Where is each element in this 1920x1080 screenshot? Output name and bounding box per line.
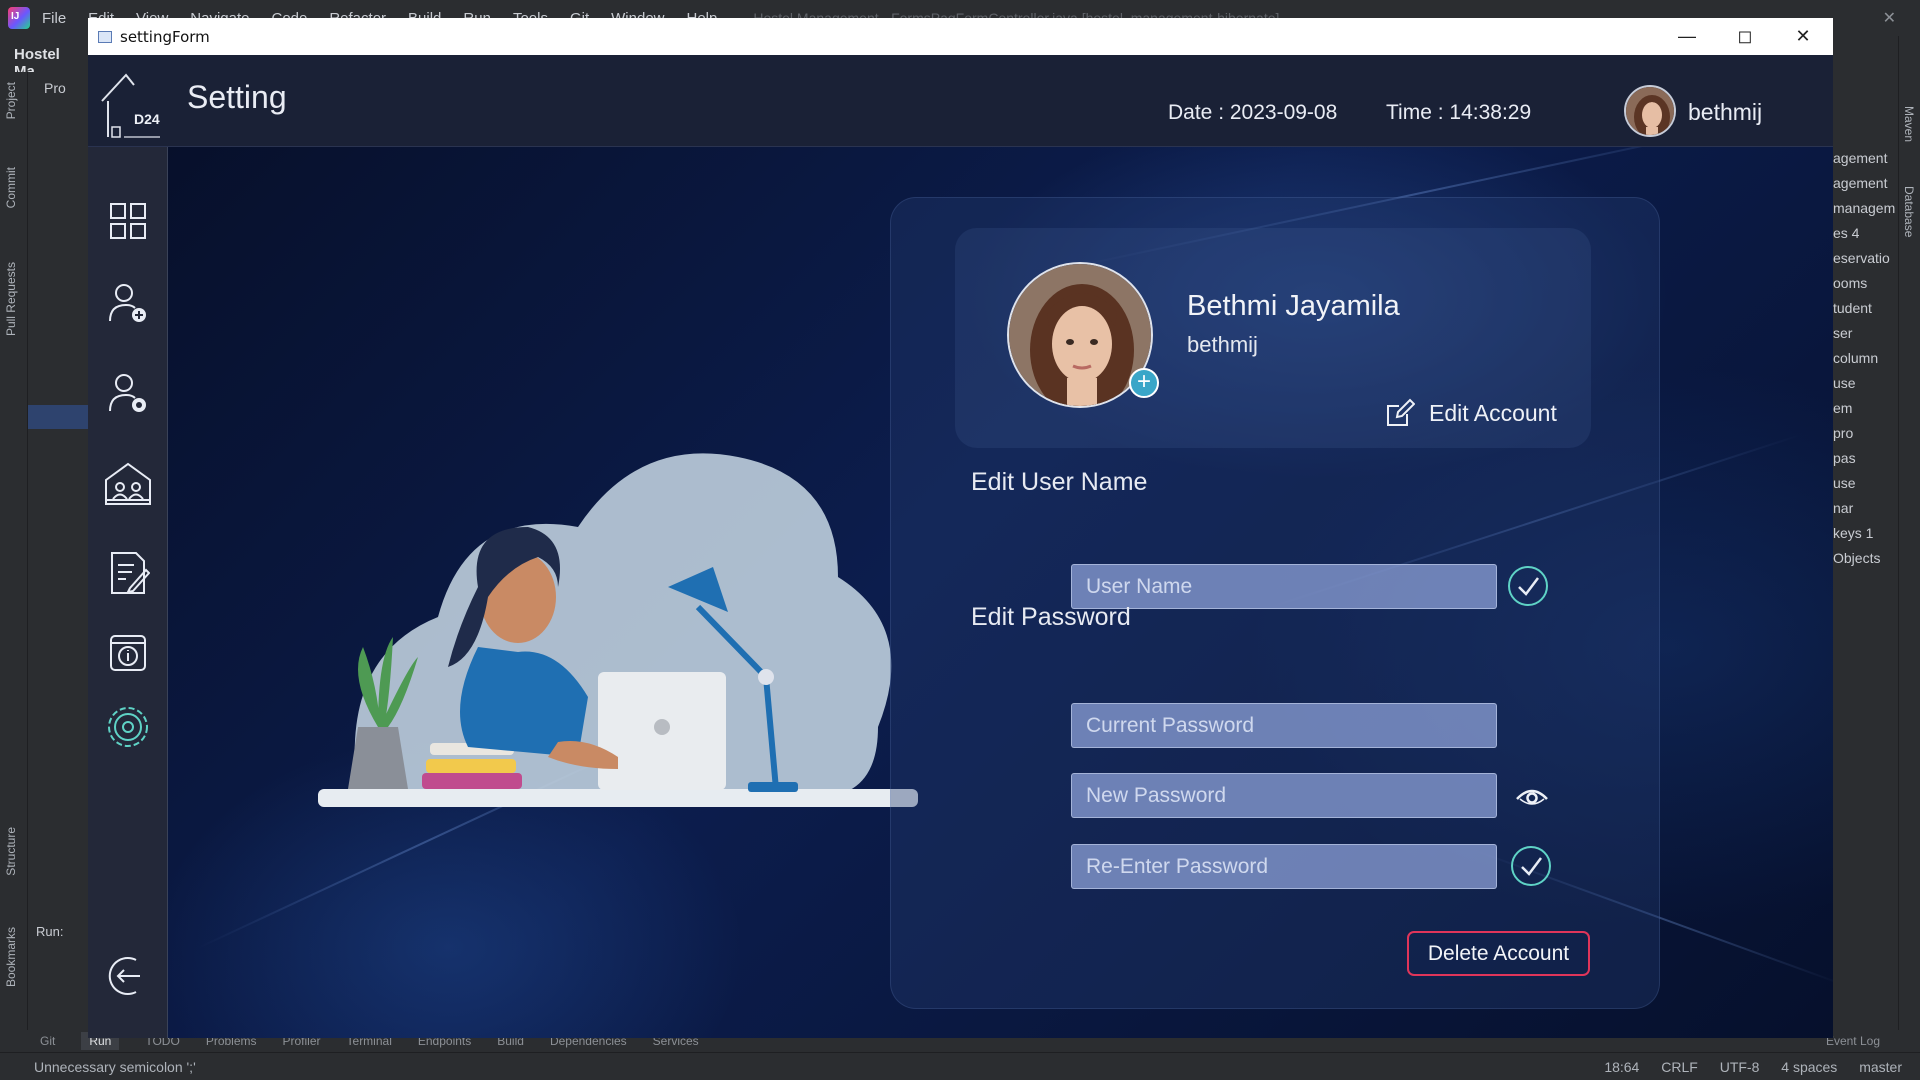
tab-pull-requests[interactable]: Pull Requests <box>4 262 18 336</box>
reenter-password-input[interactable] <box>1071 844 1497 889</box>
window-titlebar: settingForm — ◻ ✕ <box>88 18 1833 55</box>
delete-account-button[interactable]: Delete Account <box>1407 931 1590 976</box>
tree-item[interactable]: managem <box>1833 196 1895 221</box>
sidebar-item-add-student[interactable] <box>98 273 158 333</box>
run-label: Run: <box>36 924 64 939</box>
sidebar-item-dashboard[interactable] <box>98 191 158 251</box>
tree-item[interactable]: ooms <box>1833 271 1895 296</box>
settings-gear-icon <box>108 707 148 747</box>
status-branch[interactable]: master <box>1859 1059 1902 1075</box>
header-avatar[interactable] <box>1624 85 1676 137</box>
event-log[interactable]: Event Log <box>1826 1034 1880 1048</box>
tab-commit[interactable]: Commit <box>4 167 18 208</box>
status-encoding[interactable]: UTF-8 <box>1720 1059 1760 1075</box>
dashboard-icon <box>110 203 146 239</box>
edit-icon <box>1387 398 1415 426</box>
minimize-button[interactable]: — <box>1658 18 1716 55</box>
profile-full-name: Bethmi Jayamila <box>1187 290 1400 322</box>
project-panel-label: Pro <box>44 80 66 96</box>
sidebar <box>88 147 168 1038</box>
sidebar-item-reservation[interactable] <box>98 543 158 603</box>
ide-left-toolstrip: Project Commit Pull Requests Structure B… <box>0 72 28 1052</box>
hostel-logo-icon: D24 <box>101 73 160 138</box>
edit-document-icon <box>111 552 150 594</box>
page-title: Setting <box>187 79 287 115</box>
window-icon <box>98 30 112 43</box>
db-tree: agement agement managem es 4 eservatio o… <box>1833 146 1895 571</box>
add-user-icon <box>109 284 146 322</box>
edit-account-button[interactable]: Edit Account <box>1385 398 1557 428</box>
confirm-username-check-icon[interactable] <box>1507 565 1549 607</box>
profile-username: bethmij <box>1187 332 1258 357</box>
status-position[interactable]: 18:64 <box>1604 1059 1639 1075</box>
edit-username-title: Edit User Name <box>971 468 1148 496</box>
header-username: bethmij <box>1688 99 1763 125</box>
sidebar-item-rooms[interactable] <box>98 453 158 513</box>
sidebar-item-manage-student[interactable] <box>98 363 158 423</box>
status-message: Unnecessary semicolon ';' <box>34 1058 196 1075</box>
ide-project-name: Hostel Ma <box>0 36 90 80</box>
tree-item[interactable]: column <box>1833 346 1895 371</box>
tree-item[interactable]: use <box>1833 371 1895 396</box>
menu-file[interactable]: File <box>42 10 66 27</box>
tree-item[interactable]: pro <box>1833 421 1895 446</box>
date-label: Date : 2023-09-08 <box>1168 101 1338 124</box>
sidebar-item-logout[interactable] <box>98 946 158 1006</box>
tree-item[interactable]: nar <box>1833 496 1895 521</box>
settings-card: + Bethmi Jayamila bethmij Edit Account E… <box>890 197 1660 1009</box>
toolwin-git[interactable]: Git <box>40 1034 55 1048</box>
tab-structure[interactable]: Structure <box>4 827 18 876</box>
tab-database[interactable]: Database <box>1902 186 1916 237</box>
tree-item[interactable]: em <box>1833 396 1895 421</box>
tab-bookmarks[interactable]: Bookmarks <box>4 927 18 987</box>
status-line-ending[interactable]: CRLF <box>1661 1059 1698 1075</box>
profile-box: + Bethmi Jayamila bethmij Edit Account <box>955 228 1591 448</box>
sidebar-item-settings[interactable] <box>98 697 158 757</box>
current-password-input[interactable] <box>1071 703 1497 748</box>
info-panel-icon <box>110 635 146 671</box>
tree-item[interactable]: ser <box>1833 321 1895 346</box>
new-password-input[interactable] <box>1071 773 1497 818</box>
student-desk-illustration <box>318 453 918 807</box>
tree-item[interactable]: es 4 <box>1833 221 1895 246</box>
ide-project-panel: Pro <box>28 72 90 1052</box>
edit-password-title: Edit Password <box>971 603 1131 631</box>
logo-text: D24 <box>134 111 160 127</box>
tree-item[interactable]: pas <box>1833 446 1895 471</box>
close-button[interactable]: ✕ <box>1774 18 1832 55</box>
add-photo-button[interactable]: + <box>1129 368 1159 398</box>
ide-right-toolstrip: Maven Database <box>1898 36 1920 1052</box>
logout-icon <box>108 957 140 995</box>
user-settings-icon <box>109 374 146 412</box>
intellij-logo-icon <box>8 7 30 29</box>
tree-item[interactable]: eservatio <box>1833 246 1895 271</box>
tree-item[interactable]: agement <box>1833 171 1895 196</box>
hostel-building-icon <box>105 462 151 505</box>
time-label: Time : 14:38:29 <box>1386 101 1532 124</box>
show-password-eye-icon[interactable] <box>1515 785 1549 807</box>
setting-form-window: settingForm — ◻ ✕ D24 Setting Date : 202… <box>88 18 1833 1038</box>
tree-item[interactable]: Objects <box>1833 546 1895 571</box>
username-input[interactable] <box>1071 564 1497 609</box>
confirm-password-check-icon[interactable] <box>1510 845 1552 887</box>
tree-item[interactable]: use <box>1833 471 1895 496</box>
sidebar-item-report[interactable] <box>98 623 158 683</box>
tree-item[interactable]: tudent <box>1833 296 1895 321</box>
ide-statusbar: Unnecessary semicolon ';' 18:64 CRLF UTF… <box>0 1052 1920 1080</box>
ide-close-icon[interactable]: ✕ <box>1883 8 1896 28</box>
ide-selected-row <box>28 405 88 429</box>
tree-item[interactable]: agement <box>1833 146 1895 171</box>
maximize-button[interactable]: ◻ <box>1716 18 1774 55</box>
status-indent[interactable]: 4 spaces <box>1781 1059 1837 1075</box>
app-header: D24 Setting Date : 2023-09-08 Time : 14:… <box>88 55 1833 147</box>
tree-item[interactable]: keys 1 <box>1833 521 1895 546</box>
tab-project[interactable]: Project <box>4 82 18 119</box>
edit-account-label: Edit Account <box>1429 399 1557 426</box>
settings-content: + Bethmi Jayamila bethmij Edit Account E… <box>168 147 1833 1038</box>
window-title: settingForm <box>120 27 210 46</box>
tab-maven[interactable]: Maven <box>1902 106 1916 142</box>
